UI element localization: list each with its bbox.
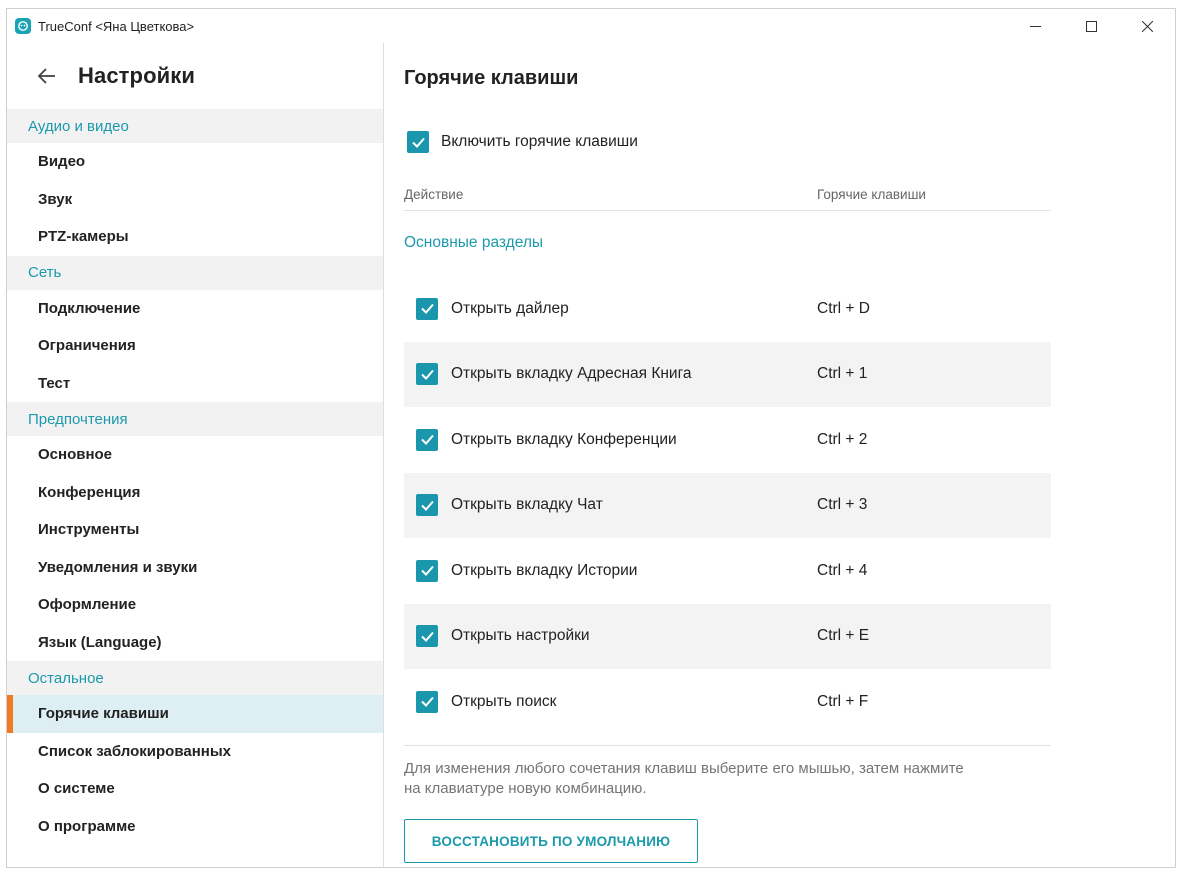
hotkey-row[interactable]: Открыть вкладку Конференции Ctrl + 2 — [404, 407, 1051, 473]
row-checkbox[interactable] — [416, 690, 438, 713]
checkmark-icon — [420, 566, 434, 577]
column-header-action: Действие — [404, 187, 464, 202]
hint-text: Для изменения любого сочетания клавиш вы… — [404, 759, 1064, 799]
hotkey-row[interactable]: Открыть дайлер Ctrl + D — [404, 276, 1051, 342]
sidebar-item-appearance[interactable]: Оформление — [7, 586, 383, 624]
row-checkbox[interactable] — [416, 625, 438, 648]
row-checkbox[interactable] — [416, 363, 438, 386]
checkmark-icon — [420, 369, 434, 380]
sidebar-title: Настройки — [78, 63, 195, 88]
group-title: Основные разделы — [404, 234, 544, 251]
hotkey-action: Открыть вкладку Истории — [451, 561, 638, 579]
maximize-button[interactable] — [1063, 9, 1119, 43]
hotkey-action: Открыть поиск — [451, 692, 557, 710]
hotkey-action: Открыть настройки — [451, 627, 590, 645]
sidebar-item-tools[interactable]: Инструменты — [7, 511, 383, 549]
trueconf-app-icon — [15, 18, 31, 34]
checkmark-icon — [411, 137, 425, 148]
sidebar-item-test[interactable]: Тест — [7, 365, 383, 403]
minimize-button[interactable] — [1007, 9, 1063, 43]
hotkey-row[interactable]: Открыть вкладку Чат Ctrl + 3 — [404, 472, 1051, 538]
sidebar-item-blocked-list[interactable]: Список заблокированных — [7, 733, 383, 771]
divider — [404, 745, 1051, 746]
restore-defaults-button[interactable]: ВОССТАНОВИТЬ ПО УМОЛЧАНИЮ — [404, 819, 698, 863]
hint-line-1: Для изменения любого сочетания клавиш вы… — [404, 760, 964, 777]
section-preferences: Предпочтения — [7, 402, 383, 436]
checkmark-icon — [420, 697, 434, 708]
hotkey-combination[interactable]: Ctrl + E — [817, 627, 869, 645]
sidebar-header: Настройки — [7, 43, 383, 109]
hotkey-action: Открыть дайлер — [451, 299, 569, 317]
hotkey-combination[interactable]: Ctrl + F — [817, 693, 868, 711]
sidebar-item-notifications[interactable]: Уведомления и звуки — [7, 549, 383, 587]
title-bar: TrueConf <Яна Цветкова> — [7, 9, 1175, 43]
row-checkbox[interactable] — [416, 297, 438, 320]
sidebar-item-ptz-cameras[interactable]: PTZ-камеры — [7, 218, 383, 256]
sidebar-item-general[interactable]: Основное — [7, 436, 383, 474]
sidebar-item-sound[interactable]: Звук — [7, 181, 383, 219]
settings-sidebar: Настройки Аудио и видео Видео Звук PTZ-к… — [7, 43, 384, 867]
close-button[interactable] — [1119, 9, 1175, 43]
enable-hotkeys-checkbox[interactable] — [407, 131, 429, 153]
hotkeys-panel: Горячие клавиши Включить горячие клавиши… — [404, 43, 1064, 867]
hotkey-combination[interactable]: Ctrl + D — [817, 300, 870, 318]
hotkey-list: Открыть дайлер Ctrl + D Открыть вкладку … — [404, 276, 1051, 735]
checkmark-icon — [420, 631, 434, 642]
hotkey-combination[interactable]: Ctrl + 1 — [817, 365, 867, 383]
minimize-icon — [1029, 25, 1041, 27]
row-checkbox[interactable] — [416, 559, 438, 582]
hotkey-row[interactable]: Открыть настройки Ctrl + E — [404, 603, 1051, 669]
sidebar-item-limits[interactable]: Ограничения — [7, 327, 383, 365]
hotkey-combination[interactable]: Ctrl + 3 — [817, 496, 867, 514]
window-title: TrueConf <Яна Цветкова> — [38, 18, 195, 34]
back-arrow-icon[interactable] — [36, 65, 58, 87]
sidebar-item-language[interactable]: Язык (Language) — [7, 624, 383, 662]
maximize-icon — [1085, 20, 1097, 32]
section-other: Остальное — [7, 661, 383, 695]
close-icon — [1141, 20, 1153, 32]
hotkey-action: Открыть вкладку Конференции — [451, 430, 677, 448]
sidebar-item-connection[interactable]: Подключение — [7, 290, 383, 328]
hotkey-combination[interactable]: Ctrl + 4 — [817, 562, 867, 580]
section-network: Сеть — [7, 255, 383, 290]
sidebar-item-video[interactable]: Видео — [7, 143, 383, 181]
sidebar-item-system-info[interactable]: О системе — [7, 770, 383, 808]
row-checkbox[interactable] — [416, 428, 438, 451]
table-header: Действие Горячие клавиши — [404, 179, 1051, 211]
sidebar-item-conference[interactable]: Конференция — [7, 474, 383, 512]
hint-line-2: на клавиатуре новую комбинацию. — [404, 780, 647, 797]
column-header-keys: Горячие клавиши — [817, 187, 926, 202]
checkmark-icon — [420, 435, 434, 446]
window-controls — [1007, 9, 1175, 43]
hotkey-row[interactable]: Открыть вкладку Адресная Книга Ctrl + 1 — [404, 341, 1051, 407]
page-title: Горячие клавиши — [404, 67, 579, 89]
checkmark-icon — [420, 304, 434, 315]
hotkey-combination[interactable]: Ctrl + 2 — [817, 431, 867, 449]
enable-hotkeys-label: Включить горячие клавиши — [441, 133, 638, 150]
hotkey-action: Открыть вкладку Адресная Книга — [451, 365, 692, 383]
enable-hotkeys-row[interactable]: Включить горячие клавиши — [407, 131, 638, 153]
hotkey-row[interactable]: Открыть вкладку Истории Ctrl + 4 — [404, 538, 1051, 604]
checkmark-icon — [420, 500, 434, 511]
hotkey-row[interactable]: Открыть поиск Ctrl + F — [404, 669, 1051, 735]
section-audio-video: Аудио и видео — [7, 109, 383, 143]
hotkey-action: Открыть вкладку Чат — [451, 496, 603, 514]
row-checkbox[interactable] — [416, 494, 438, 517]
app-window: TrueConf <Яна Цветкова> Настройки Аудио … — [6, 8, 1176, 868]
sidebar-item-hotkeys[interactable]: Горячие клавиши — [7, 695, 383, 733]
sidebar-item-about[interactable]: О программе — [7, 808, 383, 846]
